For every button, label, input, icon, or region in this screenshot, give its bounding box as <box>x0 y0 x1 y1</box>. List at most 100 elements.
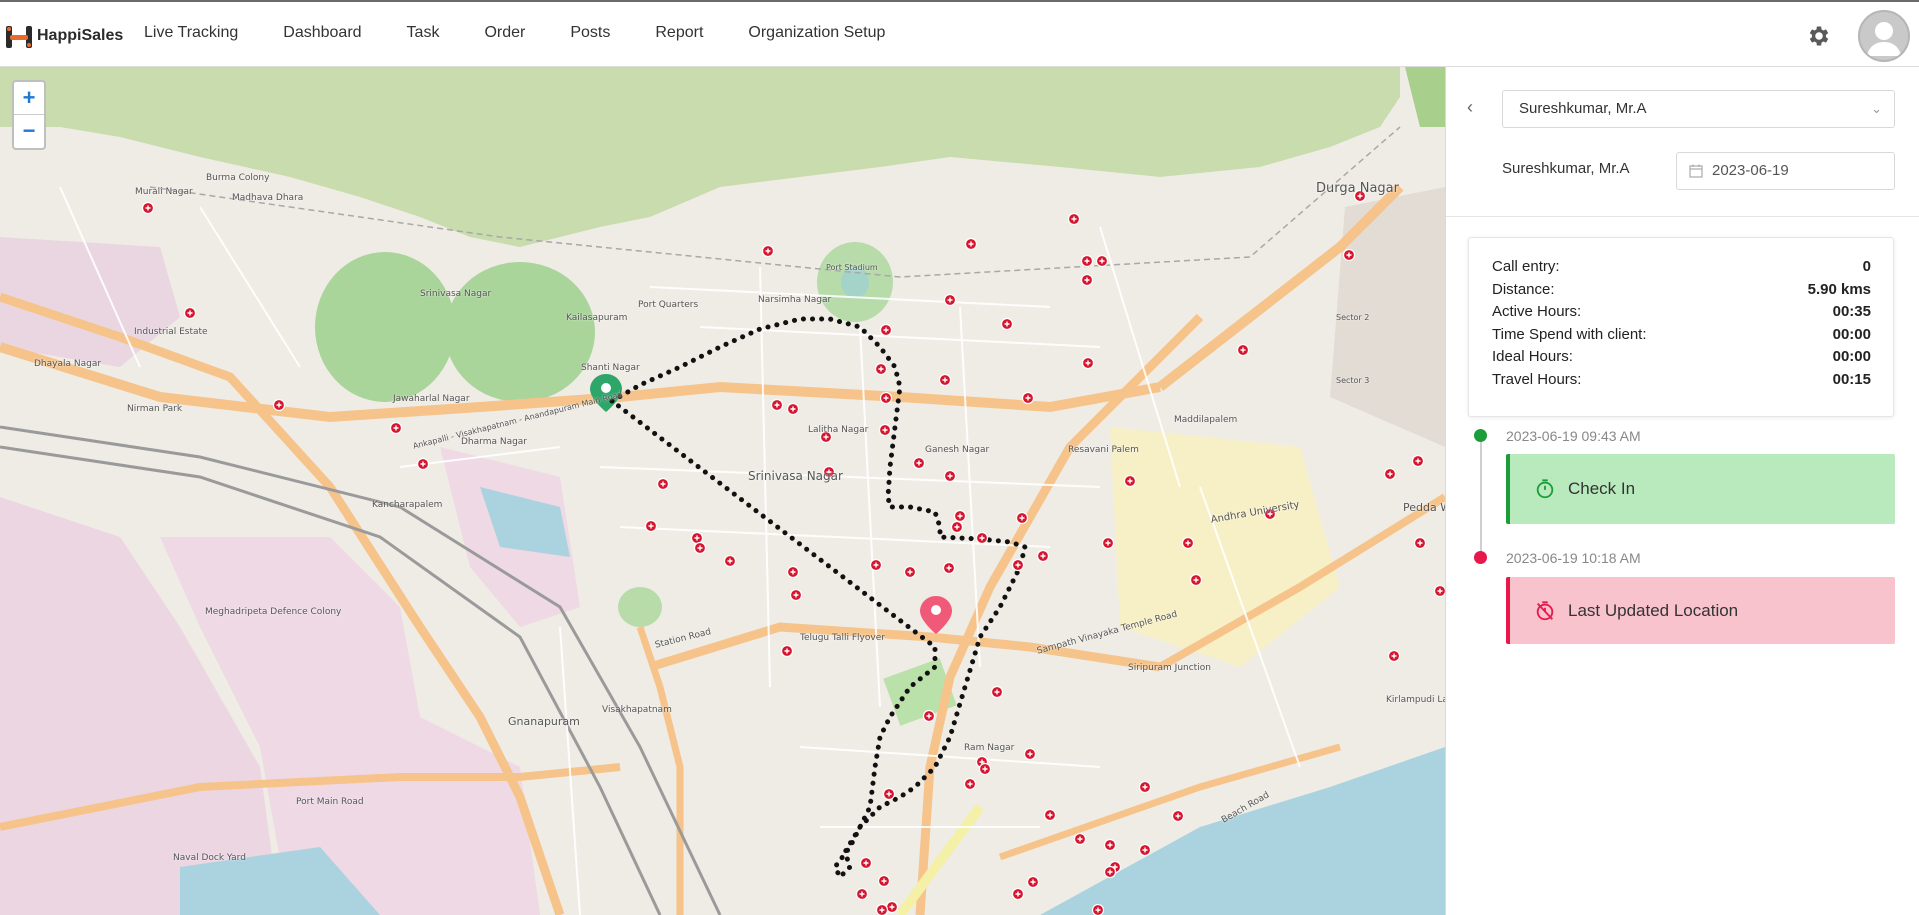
stat-label: Call entry: <box>1492 258 1560 275</box>
map-label-gnanapuram: Gnanapuram <box>508 715 580 728</box>
timeline-timestamp-last-location: 2023-06-19 10:18 AM <box>1506 550 1641 566</box>
nav-dashboard[interactable]: Dashboard <box>283 24 361 42</box>
poi-marker-icon <box>1011 558 1025 572</box>
stat-value: 00:35 <box>1832 303 1871 320</box>
poi-marker-icon <box>1181 536 1195 550</box>
poi-marker-icon <box>1101 536 1115 550</box>
user-avatar-icon <box>1867 22 1901 56</box>
poi-marker-icon <box>942 561 956 575</box>
map-label-visakhapatnam: Visakhapatnam <box>602 705 672 715</box>
last-location-title: Last Updated Location <box>1568 600 1739 620</box>
poi-marker-icon <box>1189 573 1203 587</box>
map-label-sector-2: Sector 2 <box>1336 313 1370 322</box>
poi-marker-icon <box>879 323 893 337</box>
stat-value: 00:15 <box>1832 370 1871 388</box>
stat-row-distance: Distance: 5.90 kms <box>1492 279 1871 302</box>
nav-organization-setup[interactable]: Organization Setup <box>748 24 885 42</box>
stat-value: 5.90 kms <box>1807 280 1871 298</box>
poi-marker-icon <box>416 457 430 471</box>
zoom-in-button[interactable]: + <box>14 82 44 115</box>
nav-report[interactable]: Report <box>655 24 703 42</box>
stat-row-ideal-hours: Ideal Hours: 00:00 <box>1492 346 1871 369</box>
poi-marker-icon <box>950 520 964 534</box>
poi-marker-icon <box>786 402 800 416</box>
check-in-card[interactable]: Check In <box>1506 454 1895 524</box>
poi-marker-icon <box>990 685 1004 699</box>
map-view[interactable]: Durga Nagar Murali Nagar Burma Colony Madha… <box>0 67 1445 915</box>
stopwatch-off-icon <box>1536 600 1554 620</box>
map-label-srinivasa-nagar: Srinivasa Nagar <box>748 469 843 483</box>
poi-marker-icon <box>693 541 707 555</box>
stats-card: Call entry: 0 Distance: 5.90 kms Active … <box>1468 237 1894 417</box>
poi-marker-icon <box>1236 343 1250 357</box>
map-label-dharma-nagar: Dharma Nagar <box>461 437 528 447</box>
map-label-ram-nagar: Ram Nagar <box>964 743 1015 753</box>
poi-marker-icon <box>1073 832 1087 846</box>
poi-marker-icon <box>1026 875 1040 889</box>
poi-marker-icon <box>141 201 155 215</box>
poi-marker-icon <box>1433 584 1445 598</box>
poi-marker-icon <box>1015 511 1029 525</box>
poi-marker-icon <box>1091 903 1105 915</box>
avatar[interactable] <box>1858 10 1910 62</box>
poi-marker-icon <box>874 362 888 376</box>
date-picker[interactable]: 2023-06-19 <box>1676 152 1895 190</box>
poi-marker-icon <box>882 787 896 801</box>
map-label-port-quarters: Port Quarters <box>638 300 699 310</box>
main-nav: Live Tracking Dashboard Task Order Posts… <box>144 24 930 42</box>
stat-row-call-entry: Call entry: 0 <box>1492 256 1871 279</box>
poi-marker-icon <box>1080 254 1094 268</box>
chevron-left-icon[interactable]: ‹ <box>1467 97 1473 118</box>
poi-marker-icon <box>389 421 403 435</box>
map-label-sector-3: Sector 3 <box>1336 376 1370 385</box>
stat-row-travel-hours: Travel Hours: 00:15 <box>1492 369 1871 392</box>
poi-marker-icon <box>1342 248 1356 262</box>
map-label-siripuram: Siripuram Junction <box>1128 663 1211 673</box>
gear-icon[interactable] <box>1806 23 1832 49</box>
poi-marker-icon <box>943 293 957 307</box>
poi-marker-icon <box>723 554 737 568</box>
chevron-down-icon: ⌄ <box>1871 101 1882 116</box>
panel-divider <box>1446 216 1919 217</box>
timeline-dot-check-in <box>1474 429 1487 442</box>
map-label-durga-nagar: Durga Nagar <box>1316 181 1399 196</box>
poi-marker-icon <box>644 519 658 533</box>
zoom-out-button[interactable]: − <box>14 115 44 148</box>
poi-marker-icon <box>1411 454 1425 468</box>
timeline-dot-last-location <box>1474 551 1487 564</box>
poi-marker-icon <box>885 900 899 914</box>
stat-row-time-with-client: Time Spend with client: 00:00 <box>1492 324 1871 347</box>
nav-order[interactable]: Order <box>484 24 525 42</box>
map-label-madhava-dhara: Madhava Dhara <box>232 193 304 203</box>
stopwatch-icon <box>1536 479 1554 499</box>
poi-marker-icon <box>877 874 891 888</box>
poi-marker-icon <box>1021 391 1035 405</box>
poi-marker-icon <box>1023 747 1037 761</box>
poi-marker-icon <box>1387 649 1401 663</box>
poi-marker-icon <box>1080 273 1094 287</box>
map-label-nirman-park: Nirman Park <box>127 404 183 414</box>
poi-marker-icon <box>878 423 892 437</box>
map-label-dhayala-nagar: Dhayala Nagar <box>34 359 102 369</box>
map-label-resavani-palem: Resavani Palem <box>1068 445 1139 455</box>
poi-marker-icon <box>875 903 889 915</box>
poi-marker-icon <box>1103 865 1117 879</box>
employee-select[interactable]: Sureshkumar, Mr.A ⌄ <box>1502 90 1895 128</box>
poi-marker-icon <box>272 398 286 412</box>
stat-value: 00:00 <box>1832 348 1871 365</box>
poi-marker-icon <box>1413 536 1427 550</box>
poi-marker-icon <box>1095 254 1109 268</box>
stat-value: 00:00 <box>1832 325 1871 343</box>
poi-marker-icon <box>770 398 784 412</box>
stat-label: Time Spend with client: <box>1492 325 1647 343</box>
poi-marker-icon <box>656 477 670 491</box>
poi-marker-icon <box>1011 887 1025 901</box>
nav-posts[interactable]: Posts <box>570 24 610 42</box>
app-logo[interactable]: HappiSales <box>4 22 123 52</box>
stat-row-active-hours: Active Hours: 00:35 <box>1492 301 1871 324</box>
poi-marker-icon <box>975 531 989 545</box>
nav-live-tracking[interactable]: Live Tracking <box>144 24 238 42</box>
last-updated-location-card[interactable]: Last Updated Location <box>1506 577 1895 644</box>
nav-task[interactable]: Task <box>407 24 440 42</box>
map-label-naval-dock: Naval Dock Yard <box>173 853 246 863</box>
